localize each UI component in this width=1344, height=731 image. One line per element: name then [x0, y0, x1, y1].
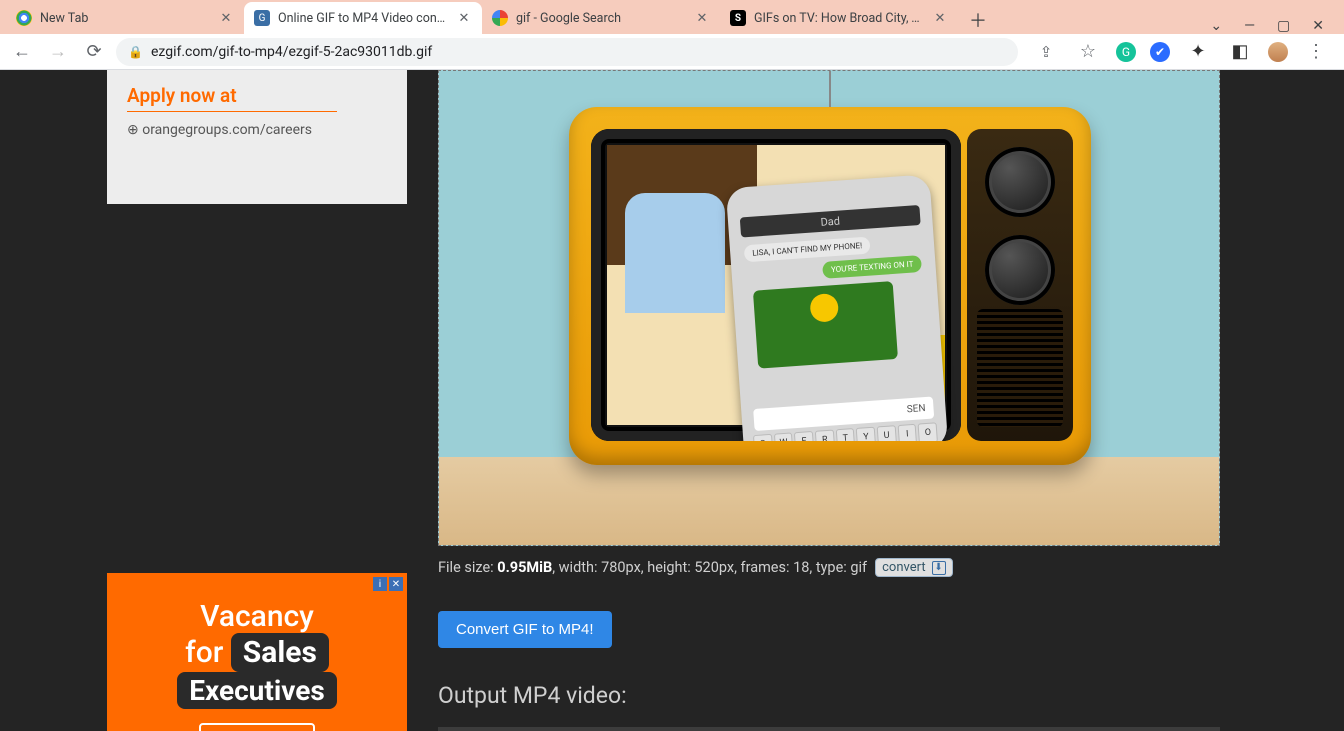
- tab-title: gif - Google Search: [516, 11, 686, 26]
- browser-chrome: New Tab ✕ G Online GIF to MP4 Video conv…: [0, 0, 1344, 70]
- ad-side[interactable]: i ✕ Vacancy for Sales Executives ■ ORANG…: [107, 573, 407, 731]
- tab-google[interactable]: gif - Google Search ✕: [482, 2, 720, 34]
- page-viewport: Apply now at orangegroups.com/careers i …: [0, 70, 1344, 731]
- maximize-button[interactable]: ▢: [1277, 18, 1290, 34]
- dial-icon: [985, 147, 1055, 217]
- output-box: [438, 727, 1220, 731]
- google-icon: [492, 10, 508, 26]
- info-icon[interactable]: i: [373, 577, 387, 591]
- forward-button[interactable]: →: [44, 38, 72, 66]
- ad-badge: i ✕: [373, 577, 403, 591]
- avatar[interactable]: [1268, 42, 1288, 62]
- bluecheck-icon[interactable]: ✔: [1150, 42, 1170, 62]
- phone-header: Dad: [740, 205, 921, 238]
- back-button[interactable]: ←: [8, 38, 36, 66]
- main-column: Dad LISA, I CAN'T FIND MY PHONE! YOU'RE …: [438, 70, 1222, 731]
- window-controls: ⌄ — ▢ ✕: [1196, 18, 1338, 34]
- omnibox[interactable]: 🔒 ezgif.com/gif-to-mp4/ezgif-5-2ac93011d…: [116, 38, 1018, 66]
- convert-label: convert: [882, 560, 925, 575]
- filesize-label: File size:: [438, 559, 497, 576]
- close-icon[interactable]: ✕: [218, 11, 234, 26]
- output-heading: Output MP4 video:: [438, 682, 1222, 709]
- gif-preview: Dad LISA, I CAN'T FIND MY PHONE! YOU'RE …: [438, 70, 1220, 546]
- share-icon[interactable]: ⇪: [1032, 38, 1060, 66]
- grammarly-icon[interactable]: G: [1116, 42, 1136, 62]
- convert-button[interactable]: Convert GIF to MP4!: [438, 611, 612, 648]
- tab-new[interactable]: New Tab ✕: [6, 2, 244, 34]
- meta-rest: , width: 780px, height: 520px, frames: 1…: [552, 559, 867, 576]
- tab-title: GIFs on TV: How Broad City, The: [754, 11, 924, 26]
- ad-brand: ■ ORANGE GROUP: [199, 723, 315, 731]
- close-icon[interactable]: ✕: [932, 11, 948, 26]
- phone-illustration: Dad LISA, I CAN'T FIND MY PHONE! YOU'RE …: [726, 174, 949, 441]
- filesize-value: 0.95MiB: [497, 559, 552, 576]
- extensions-icon[interactable]: ✦: [1184, 38, 1212, 66]
- tab-title: Online GIF to MP4 Video convert: [278, 11, 448, 26]
- speaker-grill: [977, 309, 1063, 427]
- close-icon[interactable]: ✕: [456, 11, 472, 26]
- tv-illustration: Dad LISA, I CAN'T FIND MY PHONE! YOU'RE …: [569, 107, 1091, 465]
- ezgif-icon: G: [254, 10, 270, 26]
- minimize-button[interactable]: —: [1244, 18, 1255, 34]
- download-icon: ⬇: [932, 561, 946, 575]
- toolbar-icons: ⇪ ☆ G ✔ ✦ ◧ ⋮: [1026, 38, 1336, 66]
- tab-title: New Tab: [40, 11, 210, 26]
- close-ad-icon[interactable]: ✕: [389, 577, 403, 591]
- tab-ezgif[interactable]: G Online GIF to MP4 Video convert ✕: [244, 2, 482, 34]
- sidepanel-icon[interactable]: ◧: [1226, 38, 1254, 66]
- tab-article[interactable]: S GIFs on TV: How Broad City, The ✕: [720, 2, 958, 34]
- ad-top[interactable]: Apply now at orangegroups.com/careers: [107, 70, 407, 204]
- menu-icon[interactable]: ⋮: [1302, 38, 1330, 66]
- convert-badge[interactable]: convert ⬇: [875, 558, 952, 577]
- ad-site: orangegroups.com/careers: [127, 122, 387, 138]
- ad-text: Vacancy for Sales Executives: [125, 601, 389, 709]
- msg-outgoing: YOU'RE TEXTING ON IT: [823, 255, 922, 279]
- url-text: ezgif.com/gif-to-mp4/ezgif-5-2ac93011db.…: [151, 44, 432, 60]
- tab-bar: New Tab ✕ G Online GIF to MP4 Video conv…: [0, 0, 1344, 34]
- close-icon[interactable]: ✕: [694, 11, 710, 26]
- chrome-icon: [16, 10, 32, 26]
- ad-headline: Apply now at: [127, 84, 337, 112]
- dial-icon: [985, 235, 1055, 305]
- msg-incoming: LISA, I CAN'T FIND MY PHONE!: [744, 237, 871, 263]
- address-bar: ← → ⟳ 🔒 ezgif.com/gif-to-mp4/ezgif-5-2ac…: [0, 34, 1344, 70]
- star-icon[interactable]: ☆: [1074, 38, 1102, 66]
- reload-button[interactable]: ⟳: [80, 38, 108, 66]
- tv-panel: [967, 129, 1073, 441]
- new-tab-button[interactable]: ＋: [964, 6, 992, 34]
- lock-icon: 🔒: [128, 45, 143, 59]
- chevron-down-icon[interactable]: ⌄: [1210, 18, 1222, 34]
- file-meta: File size: 0.95MiB, width: 780px, height…: [438, 558, 1222, 577]
- s-icon: S: [730, 10, 746, 26]
- msg-image: [753, 281, 898, 369]
- close-window-button[interactable]: ✕: [1312, 18, 1324, 34]
